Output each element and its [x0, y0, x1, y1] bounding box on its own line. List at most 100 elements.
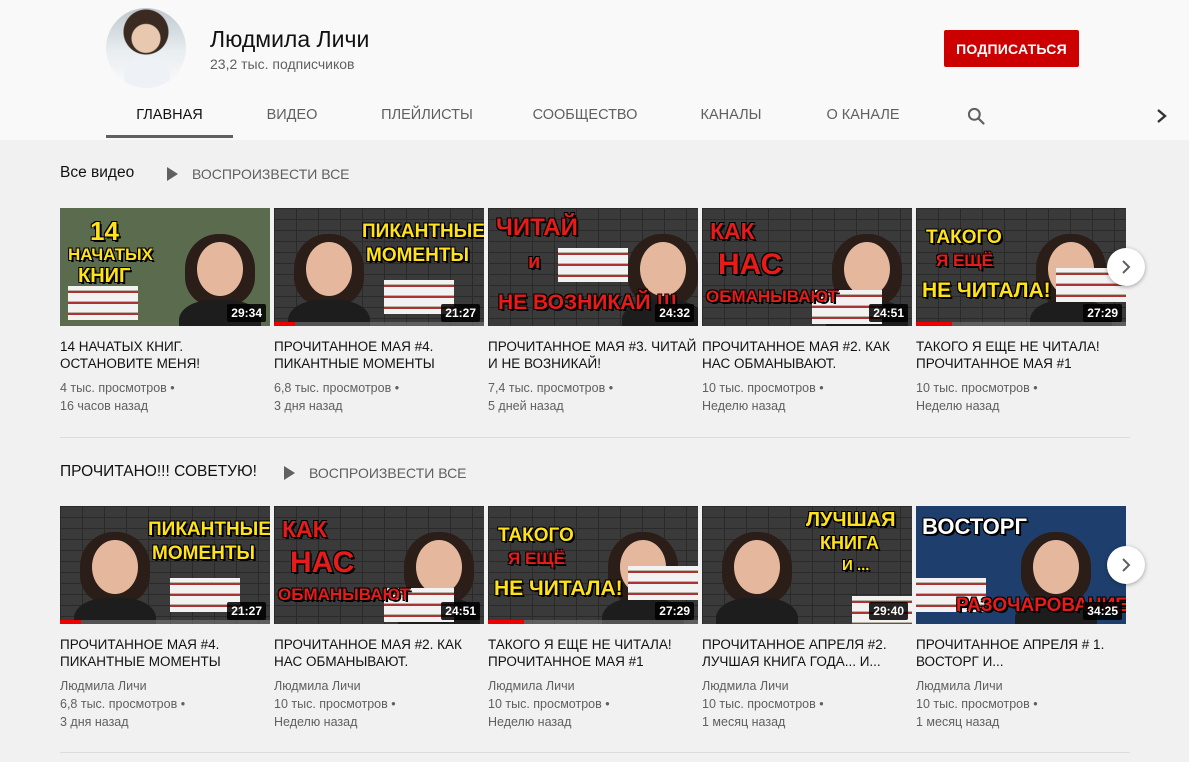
thumbnail-text: ТАКОГО	[926, 227, 1002, 248]
video-thumbnail[interactable]: 14 НАЧАТЫХ КНИГ 29:34	[60, 208, 270, 326]
play-icon	[284, 466, 295, 480]
shelf-next-button[interactable]	[1107, 248, 1145, 286]
thumbnail-text: ОБМАНЫВАЮТ	[706, 287, 838, 306]
play-icon	[167, 167, 178, 181]
thumbnail-text: Я ЕЩЁ	[936, 251, 993, 270]
play-all-label: ВОСПРОИЗВЕСТИ ВСЕ	[192, 166, 350, 182]
video-thumbnail[interactable]: КАК НАС ОБМАНЫВАЮТ 24:51	[702, 208, 912, 326]
tab-community[interactable]: СООБЩЕСТВО	[522, 96, 648, 138]
section-title-recommended[interactable]: ПРОЧИТАНО!!! СОВЕТУЮ!	[60, 463, 257, 481]
video-views: 6,8 тыс. просмотров •	[274, 381, 400, 395]
watch-progress-fill	[488, 620, 524, 624]
thumbnail-text: ОБМАНЫВАЮТ	[278, 585, 410, 604]
section-title-all-videos[interactable]: Все видео	[60, 164, 134, 182]
video-views: 10 тыс. просмотров •	[702, 381, 824, 395]
watch-progress-bar	[916, 322, 1126, 326]
video-thumbnail[interactable]: ВОСТОРГ РАЗОЧАРОВАНИЕ 34:25	[916, 506, 1126, 624]
person-face	[416, 540, 462, 594]
video-title[interactable]: ТАКОГО Я ЕЩЕ НЕ ЧИТАЛА! ПРОЧИТАННОЕ МАЯ …	[488, 636, 698, 670]
video-card[interactable]: ПИКАНТНЫЕ МОМЕНТЫ 21:27 ПРОЧИТАННОЕ МАЯ #4.…	[60, 506, 270, 731]
person-face	[1033, 540, 1079, 594]
video-author[interactable]: Людмила Личи	[60, 677, 270, 695]
video-title[interactable]: ТАКОГО Я ЕЩЕ НЕ ЧИТАЛА! ПРОЧИТАННОЕ МАЯ …	[916, 338, 1126, 372]
section-divider	[60, 752, 1130, 753]
video-title[interactable]: 14 НАЧАТЫХ КНИГ. ОСТАНОВИТЕ МЕНЯ!	[60, 338, 270, 372]
video-age: Неделю назад	[702, 399, 786, 413]
video-thumbnail[interactable]: ЛУЧШАЯ КНИГА И ... 29:40	[702, 506, 912, 624]
thumbnail-text: ВОСТОРГ	[922, 514, 1027, 539]
channel-tabs: ГЛАВНАЯ ВИДЕО ПЛЕЙЛИСТЫ СООБЩЕСТВО КАНАЛ…	[0, 96, 1189, 140]
shelf-next-button[interactable]	[1107, 546, 1145, 584]
video-card[interactable]: КАК НАС ОБМАНЫВАЮТ 24:51 ПРОЧИТАННОЕ МАЯ #2.…	[702, 208, 912, 415]
play-all-button[interactable]: ВОСПРОИЗВЕСТИ ВСЕ	[167, 166, 350, 182]
person-face	[640, 242, 686, 296]
watch-progress-fill	[274, 322, 295, 326]
chevron-right-icon	[1122, 558, 1131, 572]
video-author[interactable]: Людмила Личи	[916, 677, 1126, 695]
watch-progress-bar	[488, 620, 698, 624]
person-face	[734, 540, 780, 594]
thumbnail-books	[628, 566, 698, 600]
thumbnail-text: НАЧАТЫХ	[68, 245, 153, 264]
thumbnail-text: ПИКАНТНЫЕ	[362, 221, 484, 242]
video-duration: 21:27	[441, 304, 480, 322]
tab-videos[interactable]: ВИДЕО	[252, 96, 332, 138]
search-icon[interactable]	[966, 106, 986, 126]
video-duration: 29:40	[869, 602, 908, 620]
video-author[interactable]: Людмила Личи	[488, 677, 698, 695]
video-card[interactable]: ВОСТОРГ РАЗОЧАРОВАНИЕ 34:25 ПРОЧИТАННОЕ АПР…	[916, 506, 1126, 731]
person-face	[92, 540, 138, 594]
play-all-button[interactable]: ВОСПРОИЗВЕСТИ ВСЕ	[284, 465, 467, 481]
video-card[interactable]: ТАКОГО Я ЕЩЁ НЕ ЧИТАЛА! 27:29 ТАКОГО Я ЕЩЕ Н…	[488, 506, 698, 731]
video-card[interactable]: ЛУЧШАЯ КНИГА И ... 29:40 ПРОЧИТАННОЕ АПРЕЛЯ …	[702, 506, 912, 731]
subscribe-button[interactable]: ПОДПИСАТЬСЯ	[944, 30, 1079, 67]
video-title[interactable]: ПРОЧИТАННОЕ МАЯ #2. КАК НАС ОБМАНЫВАЮТ.	[702, 338, 912, 372]
channel-avatar[interactable]	[106, 8, 186, 88]
video-thumbnail[interactable]: ПИКАНТНЫЕ МОМЕНТЫ 21:27	[60, 506, 270, 624]
video-age: Неделю назад	[916, 399, 1000, 413]
tab-playlists[interactable]: ПЛЕЙЛИСТЫ	[366, 96, 488, 138]
video-author[interactable]: Людмила Личи	[702, 677, 912, 695]
thumbnail-text: КНИГА	[820, 533, 879, 553]
video-card[interactable]: ТАКОГО Я ЕЩЁ НЕ ЧИТАЛА! 27:29 ТАКОГО Я ЕЩЕ Н…	[916, 208, 1126, 415]
thumbnail-person	[284, 226, 374, 326]
tab-about[interactable]: О КАНАЛЕ	[812, 96, 914, 138]
video-meta: Людмила Личи 6,8 тыс. просмотров • 3 дня н…	[60, 677, 270, 731]
video-views: 10 тыс. просмотров •	[488, 697, 610, 711]
thumbnail-text: ПИКАНТНЫЕ	[148, 519, 270, 540]
video-duration: 24:51	[441, 602, 480, 620]
video-title[interactable]: ПРОЧИТАННОЕ МАЯ #2. КАК НАС ОБМАНЫВАЮТ.	[274, 636, 484, 670]
video-thumbnail[interactable]: КАК НАС ОБМАНЫВАЮТ 24:51	[274, 506, 484, 624]
tab-channels[interactable]: КАНАЛЫ	[684, 96, 778, 138]
video-title[interactable]: ПРОЧИТАННОЕ МАЯ #3. ЧИТАЙ И НЕ ВОЗНИКАЙ!	[488, 338, 698, 372]
video-title[interactable]: ПРОЧИТАННОЕ АПРЕЛЯ #2. ЛУЧШАЯ КНИГА ГОДА…	[702, 636, 912, 670]
video-thumbnail[interactable]: ЧИТАЙ и НЕ ВОЗНИКАЙ !!! 24:32	[488, 208, 698, 326]
person-face	[197, 242, 243, 296]
video-card[interactable]: ПИКАНТНЫЕ МОМЕНТЫ 21:27 ПРОЧИТАННОЕ МАЯ #4.…	[274, 208, 484, 415]
tab-home[interactable]: ГЛАВНАЯ	[106, 96, 233, 138]
video-card[interactable]: ЧИТАЙ и НЕ ВОЗНИКАЙ !!! 24:32 ПРОЧИТАННОЕ МА…	[488, 208, 698, 415]
thumbnail-text: ЧИТАЙ	[496, 214, 578, 241]
video-age: 5 дней назад	[488, 399, 564, 413]
thumbnail-text: КАК	[710, 218, 755, 244]
video-title[interactable]: ПРОЧИТАННОЕ МАЯ #4. ПИКАНТНЫЕ МОМЕНТЫ	[274, 338, 484, 372]
video-duration: 34:25	[1083, 602, 1122, 620]
video-thumbnail[interactable]: ТАКОГО Я ЕЩЁ НЕ ЧИТАЛА! 27:29	[488, 506, 698, 624]
video-thumbnail[interactable]: ПИКАНТНЫЕ МОМЕНТЫ 21:27	[274, 208, 484, 326]
video-title[interactable]: ПРОЧИТАННОЕ АПРЕЛЯ # 1. ВОСТОРГ И...	[916, 636, 1126, 670]
video-card[interactable]: КАК НАС ОБМАНЫВАЮТ 24:51 ПРОЧИТАННОЕ МАЯ #2.…	[274, 506, 484, 731]
video-age: 1 месяц назад	[702, 715, 786, 729]
video-views: 10 тыс. просмотров •	[916, 697, 1038, 711]
video-meta: Людмила Личи 10 тыс. просмотров • Неделю н…	[274, 677, 484, 731]
video-views: 7,4 тыс. просмотров •	[488, 381, 614, 395]
chevron-right-icon	[1122, 260, 1131, 274]
video-age: 3 дня назад	[274, 399, 343, 413]
video-meta: 7,4 тыс. просмотров • 5 дней назад	[488, 379, 698, 415]
video-title[interactable]: ПРОЧИТАННОЕ МАЯ #4. ПИКАНТНЫЕ МОМЕНТЫ	[60, 636, 270, 670]
video-author[interactable]: Людмила Личи	[274, 677, 484, 695]
video-thumbnail[interactable]: ТАКОГО Я ЕЩЁ НЕ ЧИТАЛА! 27:29	[916, 208, 1126, 326]
video-meta: Людмила Личи 10 тыс. просмотров • 1 месяц …	[702, 677, 912, 731]
section-divider	[60, 437, 1130, 438]
video-card[interactable]: 14 НАЧАТЫХ КНИГ 29:34 14 НАЧАТЫХ КНИГ. ОСТАН…	[60, 208, 270, 415]
tabs-next-chevron-icon[interactable]	[1155, 106, 1169, 126]
